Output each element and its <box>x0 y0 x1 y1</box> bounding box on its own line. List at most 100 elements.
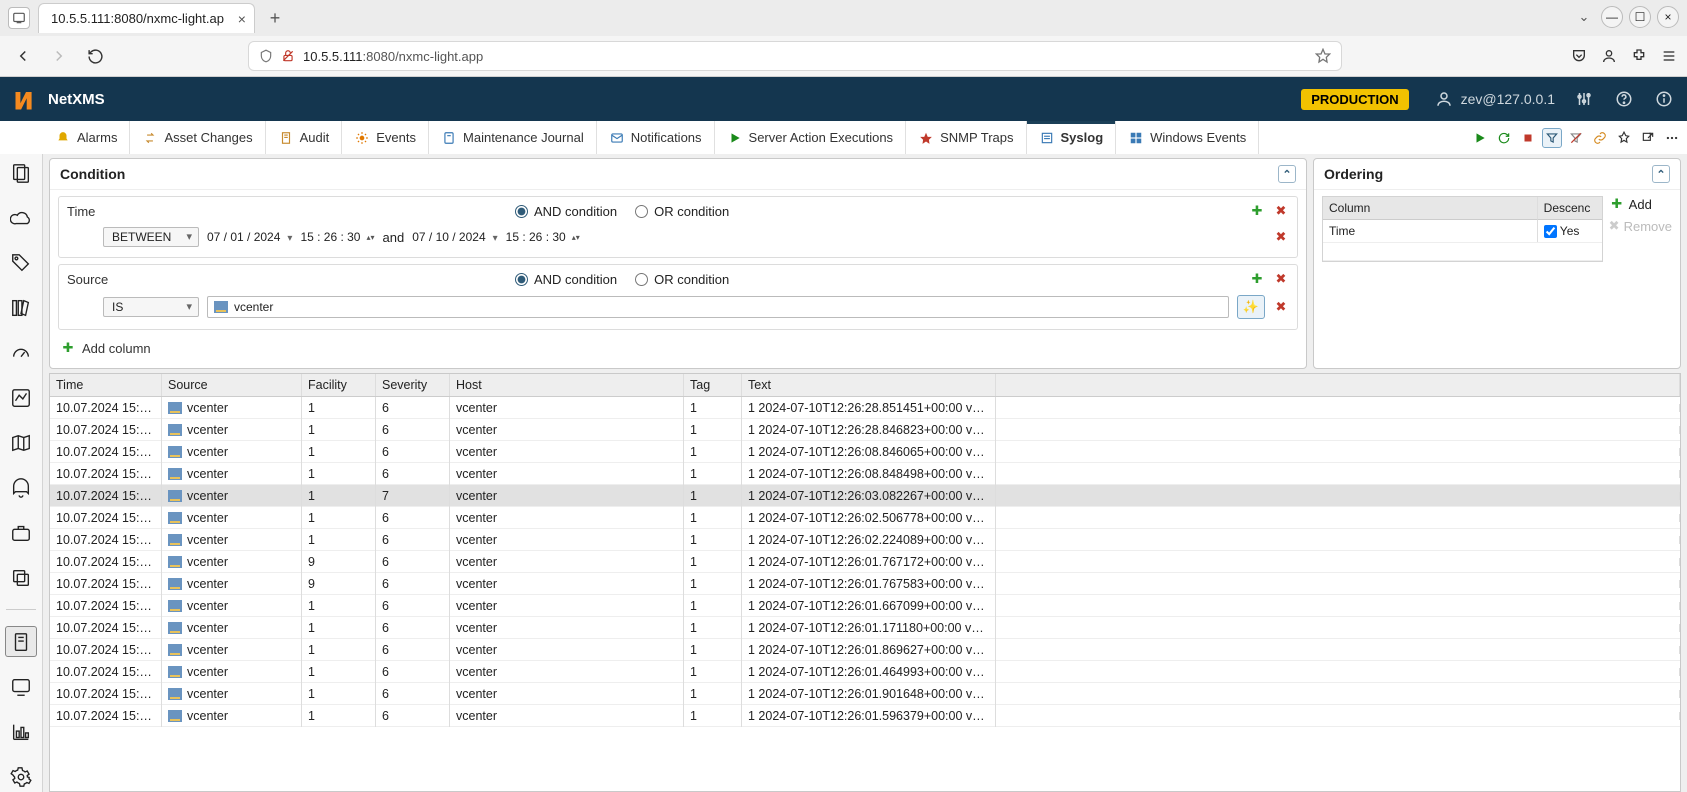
popout-icon[interactable] <box>1639 129 1657 147</box>
user-indicator[interactable]: zev@127.0.0.1 <box>1435 90 1555 108</box>
tab-syslog[interactable]: Syslog <box>1027 121 1117 154</box>
col-source[interactable]: Source <box>162 374 302 396</box>
rail-chart-icon[interactable] <box>5 383 37 414</box>
new-tab-button[interactable]: + <box>263 6 287 30</box>
rail-tags-icon[interactable] <box>5 248 37 279</box>
add-column-button[interactable]: Add column <box>58 336 1298 360</box>
table-row[interactable]: 10.07.2024 15:26:01vcenter16vcenter11 20… <box>50 683 1680 705</box>
grid-body[interactable]: 10.07.2024 15:26:28vcenter16vcenter11 20… <box>50 397 1680 791</box>
browser-tab[interactable]: 10.5.5.111:8080/nxmc-light.ap × <box>38 3 255 33</box>
rail-analytics-icon[interactable] <box>5 716 37 747</box>
collapse-condition-icon[interactable]: ⌃ <box>1278 165 1296 183</box>
or-radio-source[interactable]: OR condition <box>635 272 729 287</box>
url-box[interactable]: 10.5.5.111:8080/nxmc-light.app <box>248 41 1342 71</box>
table-row[interactable]: 10.07.2024 15:26:08vcenter16vcenter11 20… <box>50 463 1680 485</box>
source-op-select[interactable]: IS <box>103 297 199 317</box>
rail-logs-icon[interactable] <box>5 626 37 657</box>
browser-reload-icon[interactable] <box>82 43 108 69</box>
close-tab-icon[interactable]: × <box>238 11 246 27</box>
add-condition-icon[interactable] <box>1249 203 1265 219</box>
rail-copy-icon[interactable] <box>5 562 37 593</box>
rail-monitor-icon[interactable] <box>5 671 37 702</box>
tab-audit[interactable]: Audit <box>266 121 343 154</box>
stop-icon[interactable] <box>1519 129 1537 147</box>
account-icon[interactable] <box>1601 48 1617 64</box>
col-severity[interactable]: Severity <box>376 374 450 396</box>
date-to[interactable]: 07 / 10 / 2024 <box>412 230 497 244</box>
more-icon[interactable] <box>1663 129 1681 147</box>
tab-server-action-executions[interactable]: Server Action Executions <box>715 121 907 154</box>
tab-snmp-traps[interactable]: SNMP Traps <box>906 121 1026 154</box>
tab-alarms[interactable]: Alarms <box>43 121 130 154</box>
ordering-table[interactable]: Column Descenc Time Yes <box>1322 196 1603 262</box>
time-from[interactable]: 15 : 26 : 30▴▾ <box>300 230 374 244</box>
collapse-ordering-icon[interactable]: ⌃ <box>1652 165 1670 183</box>
tab-events[interactable]: Events <box>342 121 429 154</box>
time-op-select[interactable]: BETWEEN <box>103 227 199 247</box>
tab-notifications[interactable]: Notifications <box>597 121 715 154</box>
tab-windows-events[interactable]: Windows Events <box>1116 121 1259 154</box>
table-row[interactable]: 10.07.2024 15:26:02vcenter16vcenter11 20… <box>50 507 1680 529</box>
firefox-app-button[interactable] <box>8 7 30 29</box>
pocket-icon[interactable] <box>1571 48 1587 64</box>
and-radio-time[interactable]: AND condition <box>515 204 617 219</box>
browser-back-icon[interactable] <box>10 43 36 69</box>
tab-maintenance-journal[interactable]: Maintenance Journal <box>429 121 597 154</box>
clear-filter-icon[interactable] <box>1567 129 1585 147</box>
or-radio-time[interactable]: OR condition <box>635 204 729 219</box>
rail-gauge-icon[interactable] <box>5 338 37 369</box>
bookmark-star-icon[interactable] <box>1315 48 1331 64</box>
table-row[interactable]: 10.07.2024 15:26:01vcenter96vcenter11 20… <box>50 573 1680 595</box>
col-host[interactable]: Host <box>450 374 684 396</box>
rail-briefcase-icon[interactable] <box>5 518 37 549</box>
object-picker-icon[interactable] <box>1237 295 1265 319</box>
table-row[interactable]: 10.07.2024 15:26:01vcenter16vcenter11 20… <box>50 595 1680 617</box>
date-from[interactable]: 07 / 01 / 2024 <box>207 230 292 244</box>
window-close-icon[interactable]: × <box>1657 6 1679 28</box>
rail-settings-icon[interactable] <box>5 761 37 792</box>
link-icon[interactable] <box>1591 129 1609 147</box>
col-tag[interactable]: Tag <box>684 374 742 396</box>
table-row[interactable]: 10.07.2024 15:26:02vcenter16vcenter11 20… <box>50 529 1680 551</box>
tab-asset-changes[interactable]: Asset Changes <box>130 121 265 154</box>
time-to[interactable]: 15 : 26 : 30▴▾ <box>506 230 580 244</box>
remove-row-icon[interactable] <box>1273 299 1289 315</box>
table-row[interactable]: 10.07.2024 15:26:28vcenter16vcenter11 20… <box>50 419 1680 441</box>
extensions-icon[interactable] <box>1631 48 1647 64</box>
rail-views-icon[interactable] <box>5 158 37 189</box>
table-row[interactable]: 10.07.2024 15:26:01vcenter16vcenter11 20… <box>50 661 1680 683</box>
add-condition-icon[interactable] <box>1249 271 1265 287</box>
ordering-desc-value[interactable]: Yes <box>1538 220 1602 242</box>
rail-alerts-icon[interactable] <box>5 473 37 504</box>
col-text[interactable]: Text <box>742 374 996 396</box>
window-minimize-icon[interactable]: — <box>1601 6 1623 28</box>
rail-library-icon[interactable] <box>5 293 37 324</box>
window-maximize-icon[interactable]: ☐ <box>1629 6 1651 28</box>
table-row[interactable]: 10.07.2024 15:26:01vcenter16vcenter11 20… <box>50 617 1680 639</box>
table-row[interactable]: 10.07.2024 15:26:08vcenter16vcenter11 20… <box>50 441 1680 463</box>
rail-cloud-icon[interactable] <box>5 203 37 234</box>
execute-icon[interactable] <box>1471 129 1489 147</box>
ordering-column-value[interactable]: Time <box>1323 220 1538 242</box>
remove-group-icon[interactable] <box>1273 271 1289 287</box>
table-row[interactable]: 10.07.2024 15:26:01vcenter16vcenter11 20… <box>50 705 1680 727</box>
table-row[interactable]: 10.07.2024 15:26:01vcenter16vcenter11 20… <box>50 639 1680 661</box>
and-radio-source[interactable]: AND condition <box>515 272 617 287</box>
table-row[interactable]: 10.07.2024 15:26:03vcenter17vcenter11 20… <box>50 485 1680 507</box>
source-value-input[interactable]: vcenter <box>207 296 1229 318</box>
refresh-icon[interactable] <box>1495 129 1513 147</box>
remove-row-icon[interactable] <box>1273 229 1289 245</box>
col-facility[interactable]: Facility <box>302 374 376 396</box>
ordering-add-button[interactable]: Add <box>1609 196 1672 212</box>
help-icon[interactable] <box>1613 88 1635 110</box>
pin-icon[interactable] <box>1615 129 1633 147</box>
settings-sliders-icon[interactable] <box>1573 88 1595 110</box>
info-icon[interactable] <box>1653 88 1675 110</box>
col-time[interactable]: Time <box>50 374 162 396</box>
filter-icon[interactable] <box>1543 129 1561 147</box>
table-row[interactable]: 10.07.2024 15:26:28vcenter16vcenter11 20… <box>50 397 1680 419</box>
rail-map-icon[interactable] <box>5 428 37 459</box>
tabs-list-icon[interactable]: ⌄ <box>1573 6 1595 28</box>
menu-icon[interactable] <box>1661 48 1677 64</box>
table-row[interactable]: 10.07.2024 15:26:01vcenter96vcenter11 20… <box>50 551 1680 573</box>
